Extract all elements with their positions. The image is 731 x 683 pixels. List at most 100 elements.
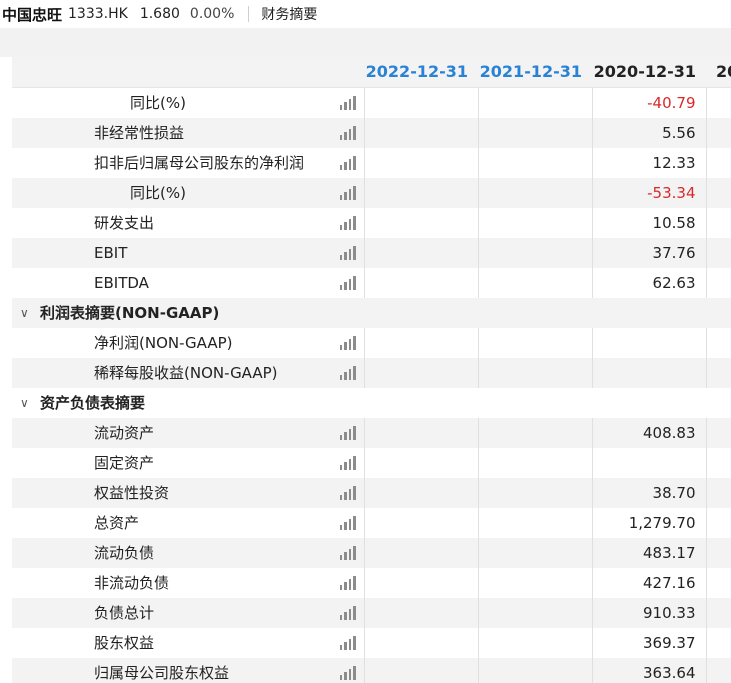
value-cell xyxy=(477,207,592,238)
bar-chart-icon[interactable] xyxy=(339,485,356,500)
column-header-2020[interactable]: 2020-12-31 xyxy=(592,57,706,88)
value-cell: 62.63 xyxy=(591,267,706,298)
stock-name: 中国忠旺 xyxy=(2,5,63,24)
bar-chart-icon[interactable] xyxy=(339,665,356,680)
value-cell xyxy=(705,507,731,538)
value-cell xyxy=(705,177,731,208)
bar-chart-icon[interactable] xyxy=(339,95,356,110)
value-cell: 369.37 xyxy=(591,627,706,658)
row-label-cell: 同比(%) xyxy=(12,87,364,118)
column-header-2022[interactable]: 2022-12-31 xyxy=(364,57,478,88)
value-cell xyxy=(363,417,478,448)
value-cell xyxy=(363,237,478,268)
bar-chart-icon[interactable] xyxy=(339,245,356,260)
value-cell xyxy=(705,477,731,508)
row-label: 流动负债 xyxy=(94,544,155,562)
bar-chart-icon[interactable] xyxy=(339,365,356,380)
value-cell: -53.34 xyxy=(591,177,706,208)
bar-chart-icon[interactable] xyxy=(339,575,356,590)
section-title: 利润表摘要(NON-GAAP) xyxy=(40,304,220,322)
table-row: 负债总计 910.33 xyxy=(12,597,731,628)
value-cell xyxy=(705,117,731,148)
table-row: 净利润(NON-GAAP) xyxy=(12,327,731,358)
table-row: 扣非后归属母公司股东的净利润 12.33 xyxy=(12,147,731,178)
row-label: 总资产 xyxy=(94,514,140,532)
value-cell xyxy=(477,147,592,178)
column-header-2021[interactable]: 2021-12-31 xyxy=(478,57,592,88)
row-label-cell: 稀释每股收益(NON-GAAP) xyxy=(12,357,364,388)
value-cell: 1,279.70 xyxy=(591,507,706,538)
value-cell: 12.33 xyxy=(591,147,706,178)
table-row: 流动资产 408.83 xyxy=(12,417,731,448)
row-label-cell: 非经常性损益 xyxy=(12,117,364,148)
row-label: 稀释每股收益(NON-GAAP) xyxy=(94,364,278,382)
row-label: 同比(%) xyxy=(130,184,186,202)
value-cell xyxy=(363,357,478,388)
value-cell xyxy=(477,627,592,658)
row-label-cell: 流动负债 xyxy=(12,537,364,568)
bar-chart-icon[interactable] xyxy=(339,635,356,650)
bar-chart-icon[interactable] xyxy=(339,275,356,290)
value-cell xyxy=(477,267,592,298)
value-cell: 37.76 xyxy=(591,237,706,268)
value-cell xyxy=(363,147,478,178)
table-row: 研发支出 10.58 xyxy=(12,207,731,238)
value-cell: 38.70 xyxy=(591,477,706,508)
row-label-cell: 净利润(NON-GAAP) xyxy=(12,328,364,358)
bar-chart-icon[interactable] xyxy=(339,425,356,440)
value-cell xyxy=(363,567,478,598)
value-cell xyxy=(363,87,478,118)
bar-chart-icon[interactable] xyxy=(339,335,356,350)
value-cell xyxy=(477,657,592,683)
value-cell xyxy=(705,537,731,568)
value-cell xyxy=(705,147,731,178)
row-label: 归属母公司股东权益 xyxy=(94,664,230,682)
stock-header: 中国忠旺 1333.HK 1.680 0.00% 财务摘要 xyxy=(0,0,731,28)
value-cell: 408.83 xyxy=(591,417,706,448)
value-cell xyxy=(477,237,592,268)
value-cell xyxy=(363,177,478,208)
bar-chart-icon[interactable] xyxy=(339,515,356,530)
value-cell xyxy=(477,87,592,118)
section-row[interactable]: ∨ 利润表摘要(NON-GAAP) xyxy=(12,297,731,328)
value-cell xyxy=(705,447,731,478)
column-header-partial[interactable]: 20 xyxy=(706,57,731,88)
row-label: 扣非后归属母公司股东的净利润 xyxy=(94,154,305,172)
bar-chart-icon[interactable] xyxy=(339,125,356,140)
page-title: 财务摘要 xyxy=(261,7,318,23)
row-label: 负债总计 xyxy=(94,604,155,622)
financial-summary-table[interactable]: 2022-12-31 2021-12-31 2020-12-31 20 同比(%… xyxy=(12,57,731,683)
row-label: 净利润(NON-GAAP) xyxy=(94,334,233,352)
bar-chart-icon[interactable] xyxy=(339,185,356,200)
value-cell xyxy=(705,357,731,388)
value-cell xyxy=(363,117,478,148)
chevron-down-icon[interactable]: ∨ xyxy=(20,306,34,320)
table-row: 权益性投资 38.70 xyxy=(12,477,731,508)
value-cell xyxy=(591,447,706,478)
row-label-cell: 归属母公司股东权益 xyxy=(12,657,364,683)
value-cell xyxy=(477,507,592,538)
stock-price: 1.680 xyxy=(139,6,180,22)
value-cell xyxy=(477,117,592,148)
chevron-down-icon[interactable]: ∨ xyxy=(20,396,34,410)
bar-chart-icon[interactable] xyxy=(339,545,356,560)
table-row: 流动负债 483.17 xyxy=(12,537,731,568)
table-row: 非经常性损益 5.56 xyxy=(12,117,731,148)
bar-chart-icon[interactable] xyxy=(339,455,356,470)
table-row: 非流动负债 427.16 xyxy=(12,567,731,598)
bar-chart-icon[interactable] xyxy=(339,605,356,620)
value-cell xyxy=(705,627,731,658)
value-cell xyxy=(477,597,592,628)
row-label-cell: 研发支出 xyxy=(12,208,364,238)
row-label: 非流动负债 xyxy=(94,574,170,592)
bar-chart-icon[interactable] xyxy=(339,215,356,230)
value-cell xyxy=(705,417,731,448)
row-label-cell: 流动资产 xyxy=(12,417,364,448)
section-row[interactable]: ∨ 资产负债表摘要 xyxy=(12,388,731,418)
value-cell: 427.16 xyxy=(591,567,706,598)
value-cell xyxy=(477,177,592,208)
stock-code: 1333.HK xyxy=(68,6,128,22)
value-cell xyxy=(705,567,731,598)
bar-chart-icon[interactable] xyxy=(339,155,356,170)
row-label-cell: 非流动负债 xyxy=(12,568,364,598)
